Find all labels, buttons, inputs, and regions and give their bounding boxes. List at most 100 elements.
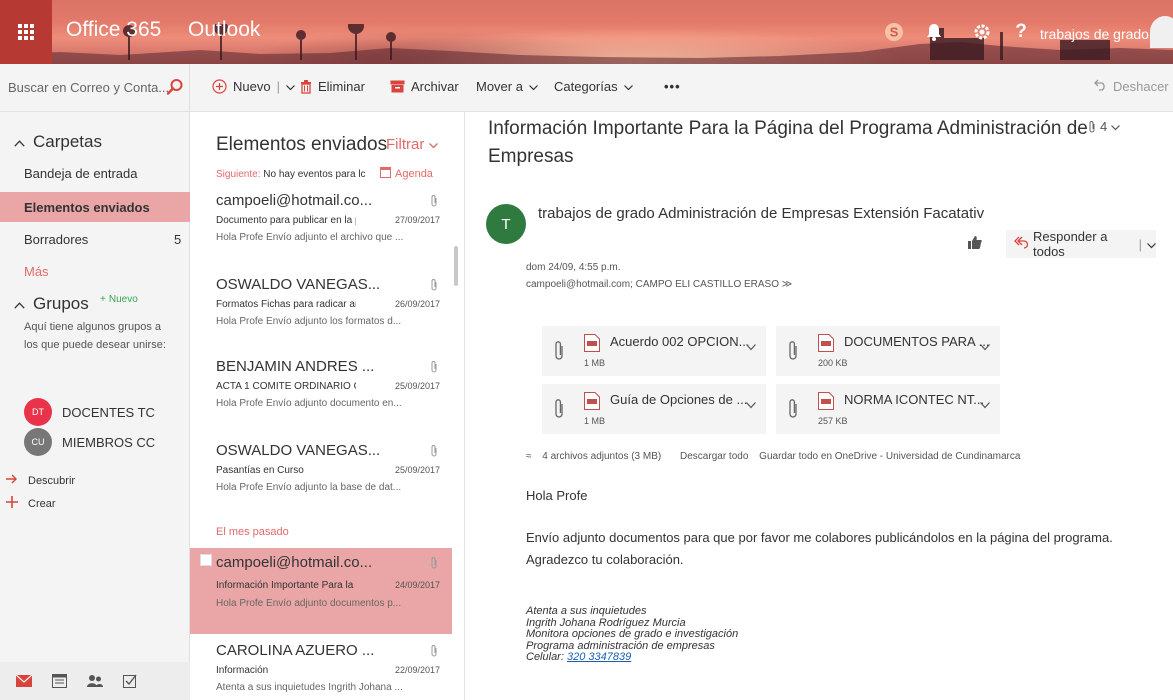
reply-all-button[interactable]: Responder a todos |	[1006, 229, 1156, 259]
delete-button[interactable]: Eliminar	[300, 79, 365, 94]
chevron-down-icon[interactable]	[1147, 237, 1156, 252]
skype-button[interactable]: S	[876, 0, 912, 64]
chevron-down-icon[interactable]	[980, 344, 990, 351]
paperclip-icon	[555, 399, 563, 418]
help-button[interactable]: ?	[1006, 0, 1036, 64]
message-date: 25/09/2017	[395, 381, 441, 391]
list-scrollbar-thumb[interactable]	[454, 246, 458, 286]
attachment-card[interactable]: NORMA ICONTEC NT... 257 KB	[776, 384, 1000, 434]
paperclip-icon	[789, 399, 797, 418]
settings-button[interactable]	[962, 0, 1002, 64]
select-checkbox[interactable]	[200, 554, 212, 566]
group-docentes[interactable]: DT DOCENTES TC	[24, 398, 155, 426]
paperclip-icon	[1089, 120, 1095, 132]
phone-link[interactable]: 320 3347839	[567, 651, 631, 663]
new-group-button[interactable]: + Nuevo	[100, 294, 138, 305]
plus-icon	[6, 496, 18, 511]
sender-name[interactable]: trabajos de grado Administración de Empr…	[538, 205, 984, 222]
attachment-size: 1 MB	[584, 416, 606, 426]
categories-button[interactable]: Categorías	[554, 79, 633, 94]
message-item[interactable]: OSWALDO VANEGAS... Formatos Fichas para …	[190, 276, 452, 340]
agenda-button[interactable]: Agenda	[380, 167, 433, 181]
create-label: Crear	[28, 497, 56, 510]
message-subject: Información	[216, 665, 269, 676]
people-icon[interactable]	[87, 674, 103, 688]
paperclip-icon	[431, 195, 437, 207]
attachment-name: Guía de Opciones de ...	[610, 392, 748, 407]
app-launcher-button[interactable]	[0, 0, 52, 64]
expand-recipients-icon[interactable]: ≫	[782, 279, 792, 290]
mail-icon[interactable]	[16, 675, 32, 687]
search-input[interactable]: Buscar en Correo y Conta...	[8, 80, 169, 95]
save-onedrive-link[interactable]: Guardar todo en OneDrive - Universidad d…	[759, 451, 1020, 462]
message-item[interactable]: CAROLINA AZUERO ... Información 22/09/20…	[190, 642, 452, 700]
move-to-button[interactable]: Mover a	[476, 79, 538, 94]
like-icon[interactable]	[968, 236, 982, 249]
attachment-count[interactable]: 4	[1088, 119, 1121, 134]
plus-circle-icon	[212, 79, 227, 94]
message-sender: OSWALDO VANEGAS...	[216, 276, 381, 293]
attachment-card[interactable]: Guía de Opciones de ... 1 MB	[542, 384, 766, 434]
paperclip-icon	[789, 341, 797, 360]
chevron-up-icon	[14, 132, 25, 152]
group-avatar: DT	[24, 398, 52, 426]
group-miembros[interactable]: CU MIEMBROS CC	[24, 428, 155, 456]
recipients[interactable]: campoeli@hotmail.com; CAMPO ELI CASTILLO…	[526, 279, 792, 290]
search-box[interactable]: Buscar en Correo y Conta...	[0, 64, 190, 112]
collapse-attachments-button[interactable]: ≈ 4 archivos adjuntos (3 MB)	[526, 451, 669, 462]
calendar-icon	[380, 167, 391, 181]
calendar-icon[interactable]	[52, 674, 67, 688]
message-subject: Documento para publicar en la pá	[216, 215, 356, 226]
filter-button[interactable]: Filtrar	[386, 136, 438, 153]
message-item[interactable]: campoeli@hotmail.co... Documento para pu…	[190, 192, 452, 256]
undo-button[interactable]: Deshacer	[1094, 79, 1169, 94]
next-event-text: No hay eventos para lc	[263, 169, 366, 180]
folder-sent[interactable]: Elementos enviados	[24, 200, 150, 215]
chevron-down-icon[interactable]	[746, 402, 756, 409]
message-item[interactable]: OSWALDO VANEGAS... Pasantías en Curso 25…	[190, 442, 452, 506]
attachment-card[interactable]: DOCUMENTOS PARA ... 200 KB	[776, 326, 1000, 376]
notifications-button[interactable]	[916, 0, 952, 64]
user-avatar[interactable]	[1150, 16, 1173, 48]
groups-header[interactable]: Grupos	[14, 294, 89, 314]
message-date: 25/09/2017	[395, 465, 441, 475]
message-list: Elementos enviados Filtrar Siguiente: No…	[190, 112, 465, 700]
message-date: 22/09/2017	[395, 665, 441, 675]
skype-icon: S	[885, 23, 903, 41]
more-commands-button[interactable]: •••	[664, 79, 681, 94]
outlook-app-name[interactable]: Outlook	[188, 18, 260, 42]
attachment-card[interactable]: Acuerdo 002 OPCION... 1 MB	[542, 326, 766, 376]
categories-label: Categorías	[554, 79, 618, 94]
chevron-down-icon[interactable]	[980, 402, 990, 409]
move-to-label: Mover a	[476, 79, 523, 94]
folders-header[interactable]: Carpetas	[14, 132, 102, 152]
folders-header-label: Carpetas	[33, 132, 102, 151]
message-item-selected[interactable]: campoeli@hotmail.co... Información Impor…	[190, 548, 452, 634]
user-name[interactable]: trabajos de grado...	[1040, 26, 1161, 42]
attachment-size: 200 KB	[818, 358, 848, 368]
office-365-brand[interactable]: Office 365	[66, 18, 161, 42]
attachment-count-value: 4	[1100, 119, 1108, 134]
new-label: Nuevo	[233, 79, 271, 94]
message-sender: OSWALDO VANEGAS...	[216, 442, 381, 459]
tasks-icon[interactable]	[123, 674, 137, 688]
folder-drafts[interactable]: Borradores	[24, 232, 88, 247]
search-icon[interactable]	[166, 78, 184, 96]
double-chevron-up-icon: ≈	[526, 451, 532, 462]
archive-button[interactable]: Archivar	[390, 79, 459, 94]
new-button[interactable]: Nuevo |	[212, 79, 295, 94]
message-item[interactable]: BENJAMIN ANDRES ... ACTA 1 COMITE ORDINA…	[190, 358, 452, 422]
more-folders-link[interactable]: Más	[24, 264, 49, 279]
discover-link[interactable]: Descubrir	[6, 474, 75, 487]
chevron-down-icon[interactable]	[286, 79, 295, 94]
group-avatar: CU	[24, 428, 52, 456]
create-link[interactable]: Crear	[6, 496, 56, 511]
paperclip-icon	[431, 645, 437, 657]
folder-inbox[interactable]: Bandeja de entrada	[24, 166, 137, 181]
download-all-link[interactable]: Descargar todo	[680, 451, 748, 462]
reply-all-icon	[1014, 236, 1029, 252]
message-sender: BENJAMIN ANDRES ...	[216, 358, 375, 375]
chevron-down-icon	[529, 79, 538, 94]
chevron-down-icon[interactable]	[746, 344, 756, 351]
message-subject: Formatos Fichas para radicar ante	[216, 299, 356, 310]
